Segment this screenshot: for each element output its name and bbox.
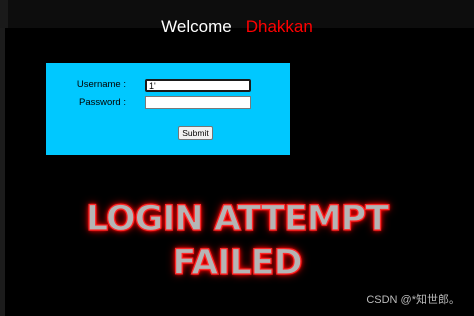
login-failed-banner-line-2: FAILED [172,242,303,283]
password-label: Password : [79,97,126,108]
welcome-text: Welcome [161,17,232,36]
csdn-watermark: CSDN @*知世郎。 [366,294,460,306]
page: Welcome Dhakkan Username : Password : Sub… [0,0,474,316]
submit-button[interactable]: Submit [178,126,213,140]
welcome-header: Welcome Dhakkan [0,14,474,40]
welcome-user-name: Dhakkan [245,17,313,36]
username-label: Username : [76,79,126,90]
username-input[interactable] [145,79,251,92]
password-input[interactable] [145,96,251,109]
login-form: Username : Password : Submit [46,63,290,155]
login-failed-banner-line-1: LOGIN ATTEMPT [85,198,389,239]
